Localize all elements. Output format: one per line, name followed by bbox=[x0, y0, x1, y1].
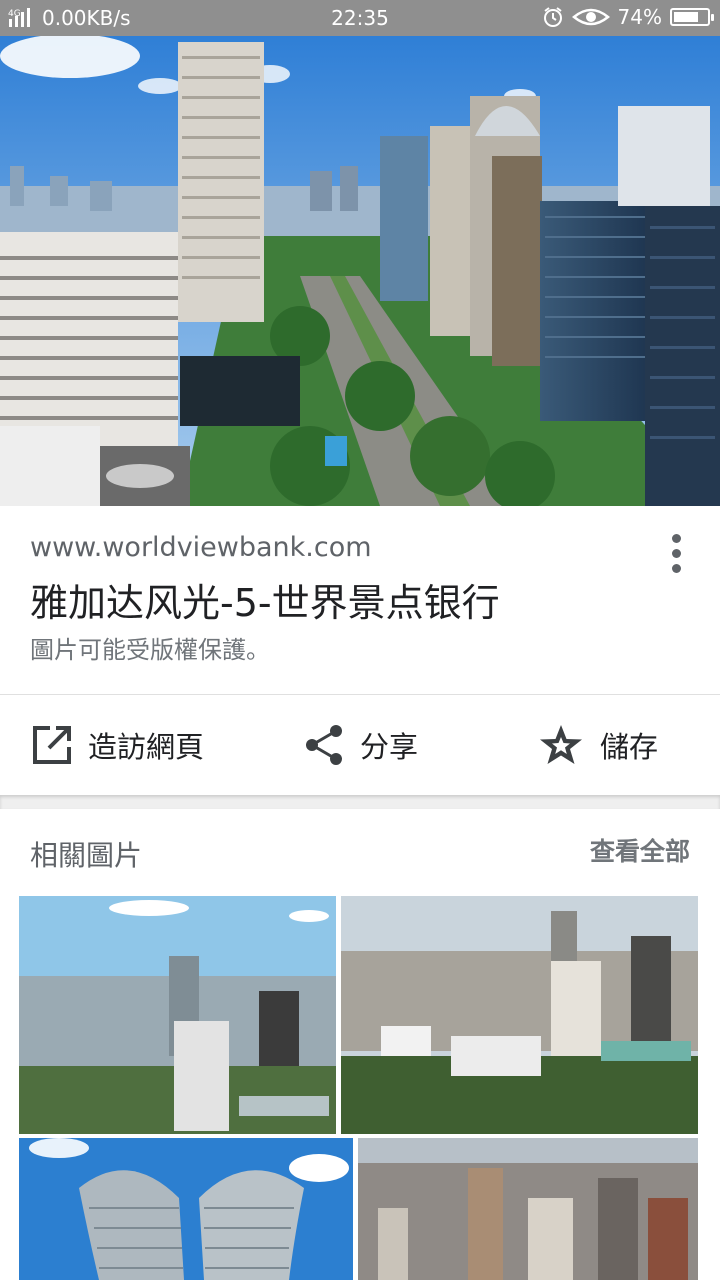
image-title[interactable]: 雅加达风光-5-世界景点银行 bbox=[30, 572, 500, 627]
share-button[interactable]: 分享 bbox=[304, 695, 418, 795]
battery-percent: 74% bbox=[617, 5, 662, 29]
visit-page-button[interactable]: 造訪網頁 bbox=[32, 695, 204, 795]
battery-level bbox=[674, 12, 698, 22]
city-skyline-image bbox=[0, 36, 720, 506]
battery-icon bbox=[670, 8, 714, 26]
related-image-2[interactable] bbox=[341, 896, 698, 1134]
twin-towers-thumbnail bbox=[19, 1138, 353, 1280]
image-info-card: www.worldviewbank.com 雅加达风光-5-世界景点银行 圖片可… bbox=[0, 506, 720, 694]
related-image-4[interactable] bbox=[358, 1138, 698, 1280]
save-label: 儲存 bbox=[600, 730, 659, 764]
share-label: 分享 bbox=[360, 730, 419, 764]
city-thumbnail bbox=[341, 896, 698, 1134]
section-separator bbox=[0, 795, 720, 809]
alarm-icon bbox=[543, 7, 562, 27]
star-save-icon bbox=[540, 725, 582, 764]
open-in-new-icon bbox=[33, 726, 71, 764]
source-url[interactable]: www.worldviewbank.com bbox=[30, 532, 372, 563]
city-thumbnail bbox=[19, 896, 336, 1134]
share-icon bbox=[306, 725, 342, 765]
status-bar: 4G 0.00KB/s 22:35 74% bbox=[0, 0, 720, 36]
save-button[interactable]: 儲存 bbox=[538, 695, 658, 795]
main-image[interactable] bbox=[0, 36, 720, 506]
more-options-icon[interactable] bbox=[666, 534, 686, 578]
related-image-3[interactable] bbox=[19, 1138, 353, 1280]
eye-icon bbox=[571, 8, 610, 26]
visit-page-label: 造訪網頁 bbox=[88, 730, 205, 764]
see-all-link[interactable]: 查看全部 bbox=[590, 832, 690, 868]
related-image-1[interactable] bbox=[19, 896, 336, 1134]
action-bar: 造訪網頁 分享 儲存 bbox=[0, 695, 720, 795]
related-images-heading: 相關圖片 bbox=[30, 839, 143, 872]
city-thumbnail bbox=[358, 1138, 698, 1280]
copyright-notice: 圖片可能受版權保護。 bbox=[30, 636, 270, 664]
